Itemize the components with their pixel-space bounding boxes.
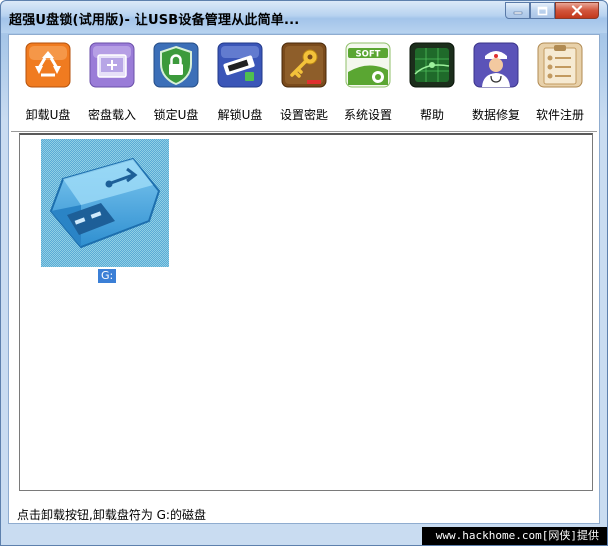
close-icon: [571, 5, 583, 16]
title-bar[interactable]: 超强U盘锁(试用版)- 让USB设备管理从此简单...: [1, 1, 607, 33]
usb-unlock-icon: [217, 42, 263, 88]
recycle-icon: [25, 42, 71, 88]
load-secret-disk-button[interactable]: 密盘载入: [79, 39, 143, 129]
close-button[interactable]: [555, 2, 599, 19]
radar-help-icon: [409, 42, 455, 88]
lock-usb-button[interactable]: 锁定U盘: [143, 39, 207, 129]
doctor-icon: [473, 42, 519, 88]
svg-text:SOFT: SOFT: [356, 50, 381, 60]
status-bar: 点击卸载按钮,卸载盘符为 G:的磁盘: [17, 508, 206, 522]
usb-drive-icon: [49, 157, 161, 249]
disk-load-icon: [89, 42, 135, 88]
toolbar-label: 软件注册: [535, 108, 584, 122]
app-window: 超强U盘锁(试用版)- 让USB设备管理从此简单... 卸载U盘 密盘载入 锁定…: [0, 0, 608, 546]
toolbar: 卸载U盘 密盘载入 锁定U盘 解锁U盘 设置密匙 SOFT 系统设置 帮助 数据…: [9, 35, 599, 131]
clipboard-icon: [537, 42, 583, 88]
minimize-button[interactable]: [505, 2, 530, 19]
maximize-button[interactable]: [530, 2, 555, 19]
soft-gear-icon: SOFT: [345, 42, 391, 88]
drive-list[interactable]: G:: [19, 133, 593, 491]
set-key-button[interactable]: 设置密匙: [271, 39, 335, 129]
minimize-icon: [513, 11, 522, 14]
unmount-usb-button[interactable]: 卸载U盘: [15, 39, 79, 129]
watermark-text: www.hackhome.com[网侠]提供: [421, 527, 607, 545]
drive-item[interactable]: [41, 139, 169, 267]
data-repair-button[interactable]: 数据修复: [463, 39, 527, 129]
main-panel: 卸载U盘 密盘载入 锁定U盘 解锁U盘 设置密匙 SOFT 系统设置 帮助 数据…: [8, 34, 600, 524]
help-button[interactable]: 帮助: [399, 39, 463, 129]
register-software-button[interactable]: 软件注册: [527, 39, 591, 129]
system-settings-button[interactable]: SOFT 系统设置: [335, 39, 399, 129]
maximize-icon: [537, 6, 548, 15]
unlock-usb-button[interactable]: 解锁U盘: [207, 39, 271, 129]
toolbar-separator: [11, 131, 597, 132]
window-controls: [505, 2, 599, 19]
shield-lock-icon: [153, 42, 199, 88]
drive-label[interactable]: G:: [98, 269, 117, 283]
window-title: 超强U盘锁(试用版)- 让USB设备管理从此简单...: [9, 13, 300, 28]
key-icon: [281, 42, 327, 88]
